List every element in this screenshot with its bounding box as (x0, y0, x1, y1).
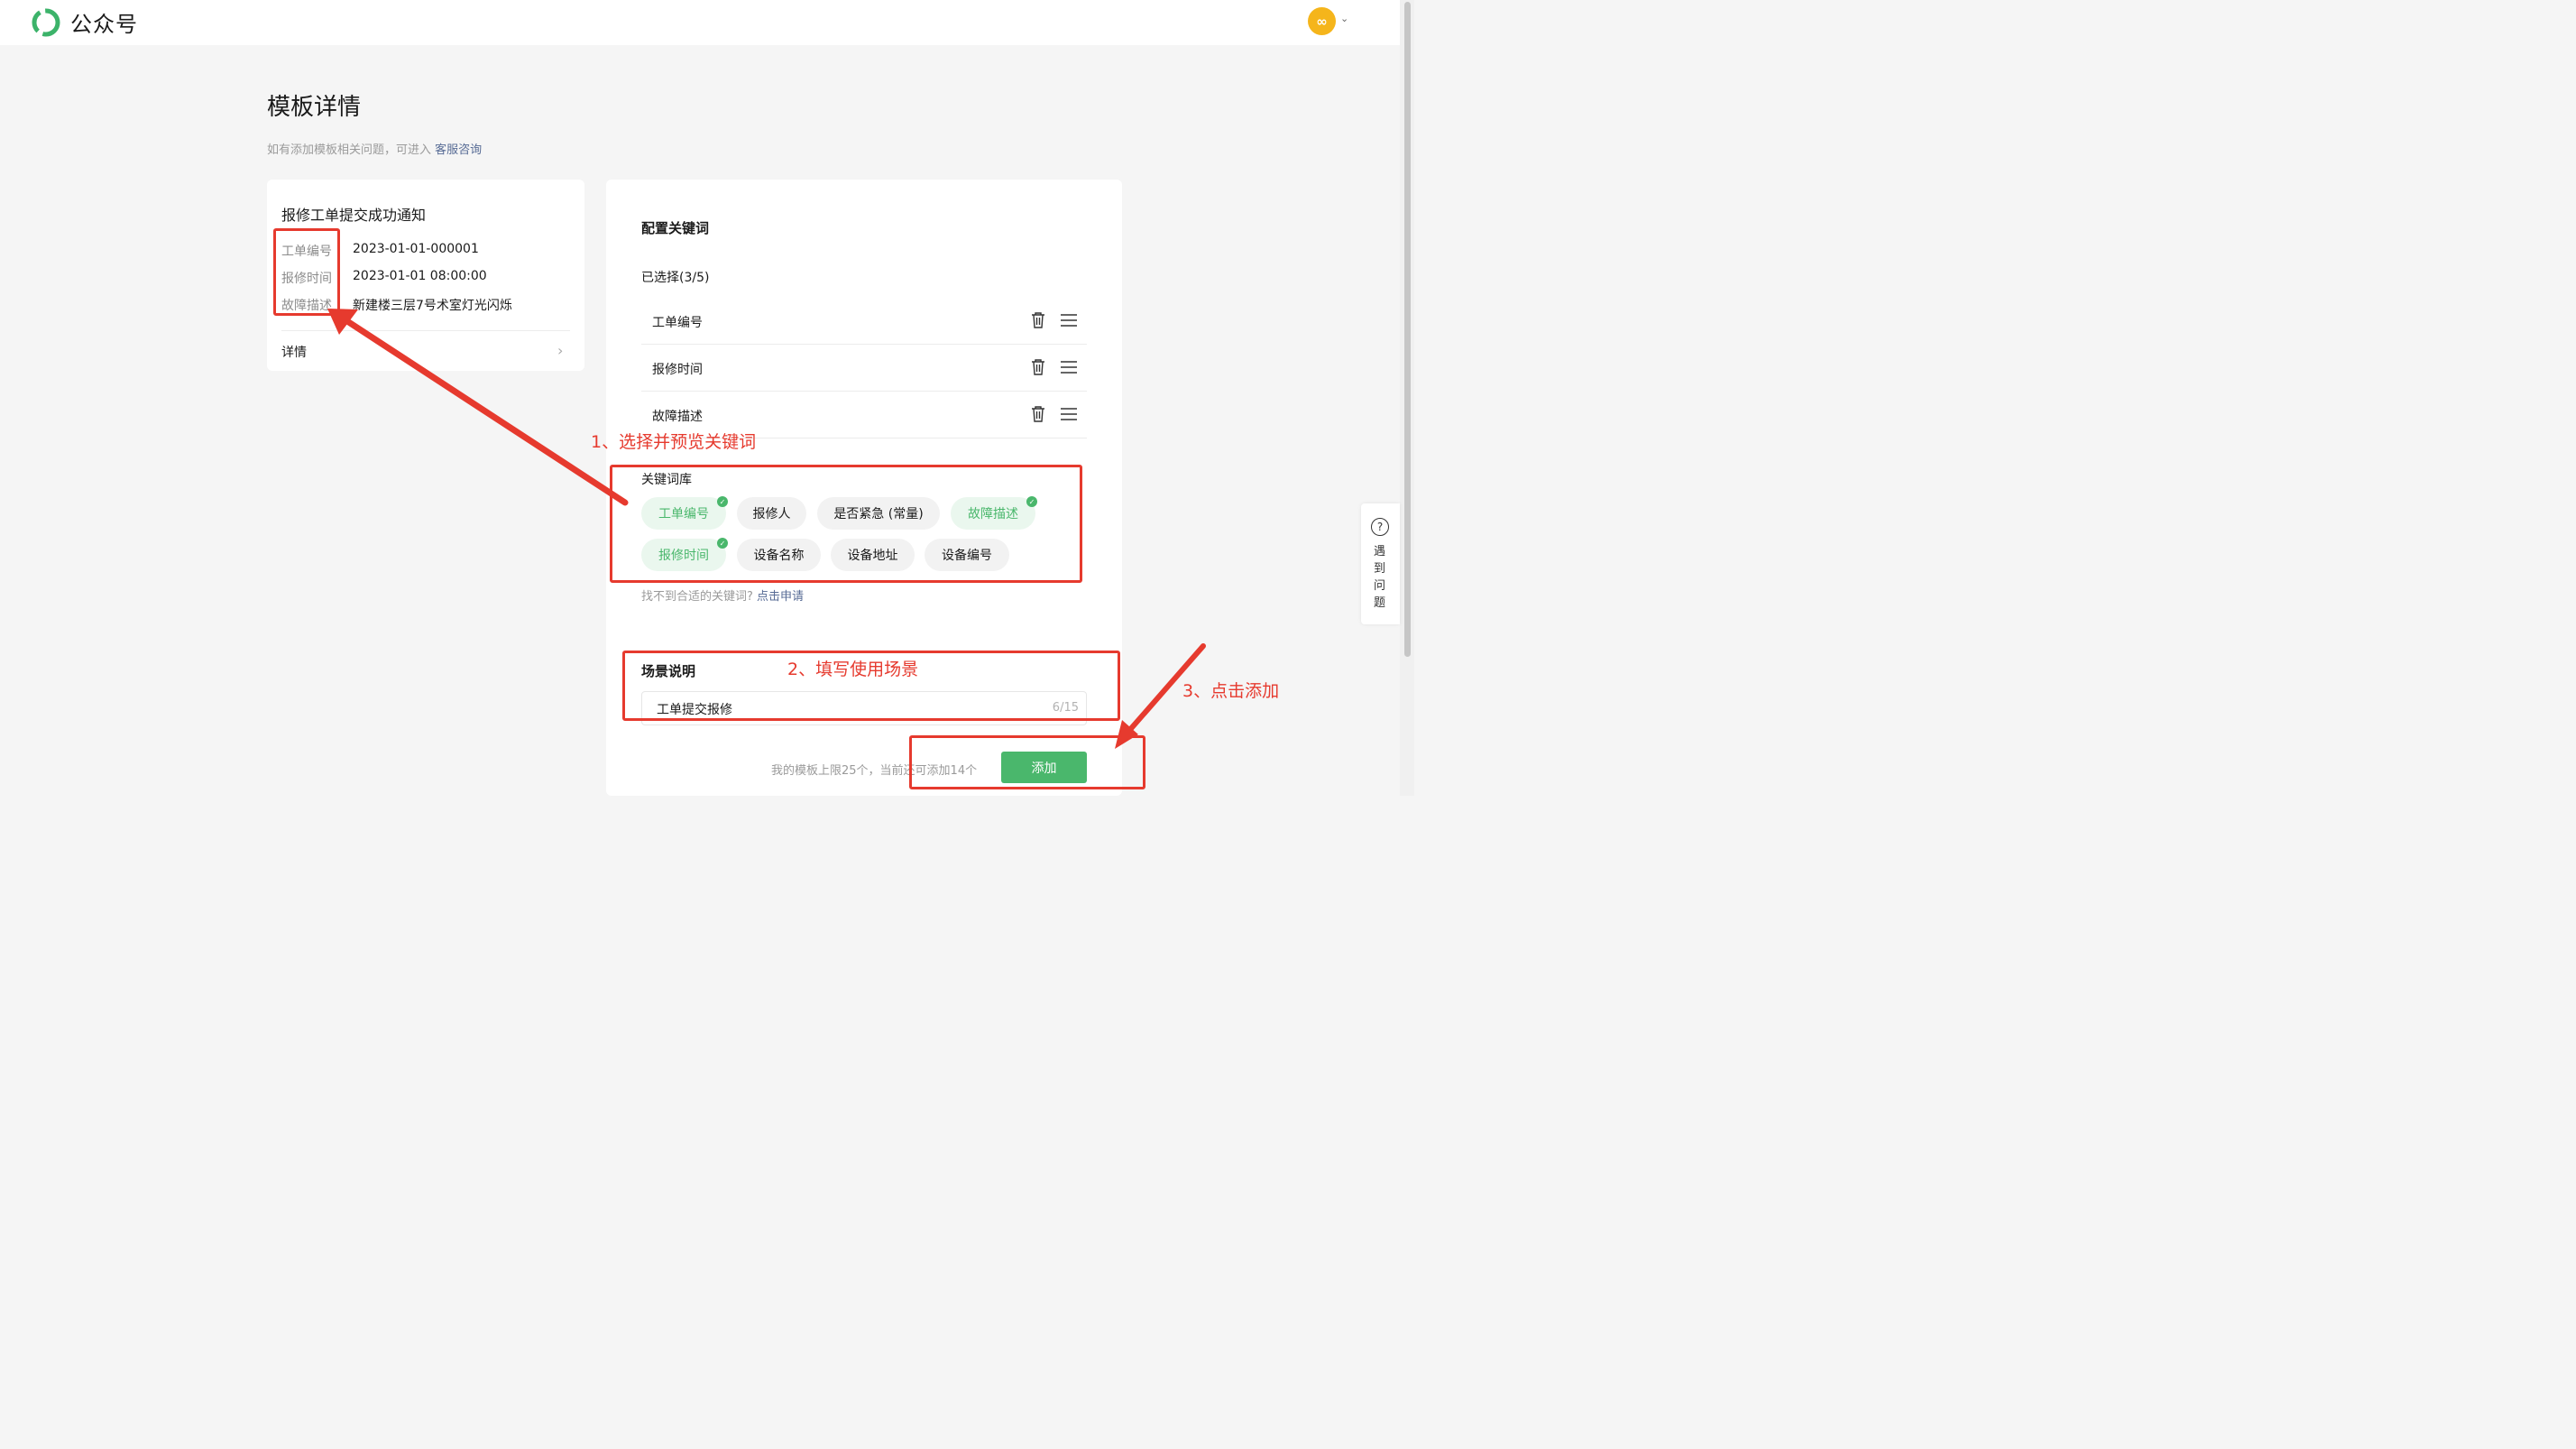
selected-keyword-row[interactable]: 工单编号 (641, 297, 1087, 345)
apply-hint-text: 找不到合适的关键词? (641, 590, 753, 604)
keyword-apply-hint: 找不到合适的关键词? 点击申请 (641, 586, 804, 604)
annotation-box (909, 735, 1145, 789)
config-title: 配置关键词 (641, 220, 710, 236)
trash-icon[interactable] (1031, 359, 1045, 375)
detail-link[interactable]: 详情 (281, 343, 307, 361)
chevron-right-icon[interactable]: › (557, 342, 563, 359)
page-title: 模板详情 (267, 94, 362, 121)
chevron-down-icon[interactable]: ⌄ (1340, 13, 1348, 24)
preview-row-value: 2023-01-01-000001 (353, 242, 479, 256)
trash-icon[interactable] (1031, 406, 1045, 422)
annotation-note: 2、填写使用场景 (787, 660, 919, 679)
page-hint: 如有添加模板相关问题，可进入 客服咨询 (267, 140, 482, 157)
template-title: 报修工单提交成功通知 (281, 207, 427, 224)
annotation-note: 3、点击添加 (1182, 681, 1280, 701)
avatar[interactable]: ∞ (1308, 7, 1336, 35)
preview-row-value: 2023-01-01 08:00:00 (353, 269, 487, 283)
drag-handle-icon[interactable] (1061, 361, 1077, 374)
avatar-glyph: ∞ (1316, 13, 1328, 30)
annotation-note: 1、选择并预览关键词 (591, 432, 757, 452)
wechat-logo-icon[interactable] (31, 7, 61, 38)
trash-icon[interactable] (1031, 312, 1045, 328)
top-bar: 公众号 ∞ ⌄ (0, 0, 1400, 45)
selected-keyword-label: 报修时间 (652, 363, 703, 377)
apply-keyword-link[interactable]: 点击申请 (757, 590, 804, 604)
selected-keyword-label: 故障描述 (652, 410, 703, 424)
selected-count: 已选择(3/5) (641, 271, 710, 285)
divider (281, 330, 570, 331)
hint-text: 如有添加模板相关问题，可进入 (267, 143, 432, 157)
brand-title[interactable]: 公众号 (70, 6, 138, 38)
selected-keyword-label: 工单编号 (652, 316, 703, 330)
help-tab[interactable]: ? 遇到问题 (1361, 503, 1400, 624)
customer-service-link[interactable]: 客服咨询 (435, 143, 482, 157)
preview-row-value: 新建楼三层7号术室灯光闪烁 (353, 299, 512, 313)
selected-keyword-row[interactable]: 报修时间 (641, 344, 1087, 392)
question-icon: ? (1371, 518, 1389, 536)
annotation-box (273, 228, 340, 316)
drag-handle-icon[interactable] (1061, 314, 1077, 327)
annotation-box (610, 465, 1082, 583)
scrollbar-thumb[interactable] (1404, 2, 1411, 657)
help-label: 遇到问题 (1374, 545, 1386, 610)
drag-handle-icon[interactable] (1061, 408, 1077, 420)
